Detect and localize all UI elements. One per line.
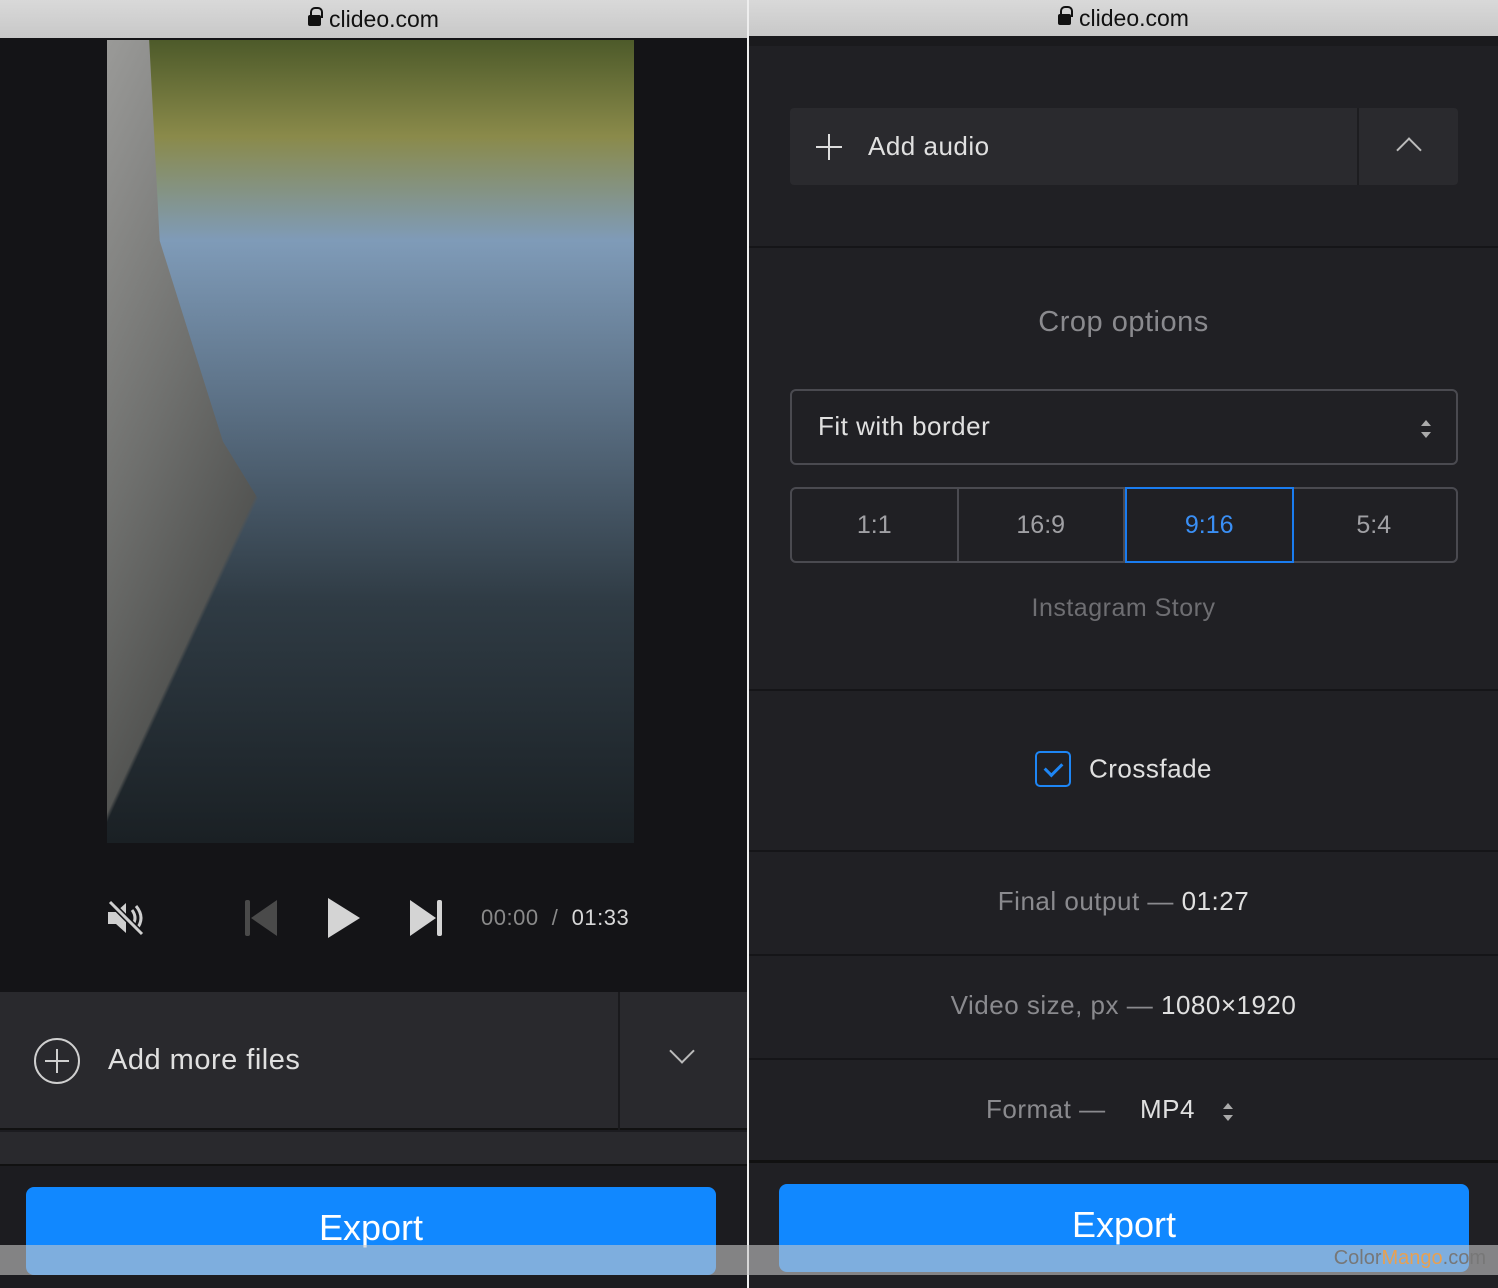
add-audio-button[interactable]: Add audio <box>868 131 990 162</box>
video-size-label: Video size, px — <box>951 990 1154 1020</box>
url-bar[interactable]: clideo.com <box>749 0 1498 36</box>
player-controls: 00:00 / 01:33 <box>0 878 747 958</box>
format-label-text: Format — <box>986 1094 1106 1124</box>
format-label: Format — <box>986 1094 1106 1125</box>
format-select[interactable]: MP4 <box>1140 1094 1250 1125</box>
crop-mode-value: Fit with border <box>818 411 990 441</box>
export-button[interactable]: Export <box>26 1187 716 1275</box>
left-screen: clideo.com 00:00 / 01:33 Add more files … <box>0 0 747 1288</box>
video-size-value: 1080×1920 <box>1161 990 1296 1020</box>
video-size-row: Video size, px — 1080×1920 <box>749 990 1498 1021</box>
final-output-row: Final output — 01:27 <box>749 886 1498 917</box>
video-preview[interactable] <box>107 40 634 843</box>
ratio-1-1[interactable]: 1:1 <box>792 489 959 561</box>
add-audio-row[interactable]: Add audio <box>790 108 1458 185</box>
crop-mode-select[interactable]: Fit with border <box>790 389 1458 465</box>
plus-circle-icon[interactable] <box>34 1038 80 1084</box>
time-separator: / <box>552 905 559 930</box>
ratio-9-16[interactable]: 9:16 <box>1125 487 1294 563</box>
final-output-value: 01:27 <box>1182 886 1250 916</box>
lock-icon <box>308 13 321 29</box>
crossfade-label[interactable]: Crossfade <box>1089 754 1212 784</box>
time-display: 00:00 / 01:33 <box>481 905 629 931</box>
current-time: 00:00 <box>481 905 539 930</box>
ratio-16-9[interactable]: 16:9 <box>959 489 1126 561</box>
sort-arrows-icon <box>1420 415 1432 443</box>
lock-icon <box>1058 12 1071 28</box>
url-bar[interactable]: clideo.com <box>0 0 747 38</box>
add-more-files-button[interactable]: Add more files <box>108 1044 300 1077</box>
duration: 01:33 <box>572 905 630 930</box>
previous-icon[interactable] <box>245 900 279 936</box>
divider <box>0 1132 747 1166</box>
crop-options-title: Crop options <box>749 306 1498 339</box>
sort-arrows-icon <box>1222 1098 1234 1126</box>
mute-icon[interactable] <box>106 898 146 938</box>
url-text: clideo.com <box>1079 5 1189 32</box>
final-output-label: Final output — <box>998 886 1174 916</box>
play-icon[interactable] <box>326 896 362 940</box>
add-more-files-row: Add more files <box>0 992 747 1130</box>
ratio-5-4[interactable]: 5:4 <box>1292 489 1457 561</box>
next-icon[interactable] <box>408 900 442 936</box>
url-text: clideo.com <box>329 6 439 33</box>
format-section <box>749 1060 1498 1163</box>
crossfade-checkbox[interactable] <box>1035 751 1071 787</box>
ratio-caption: Instagram Story <box>749 594 1498 623</box>
crossfade-row: Crossfade <box>749 751 1498 787</box>
chevron-down-icon[interactable] <box>669 1038 694 1063</box>
format-value: MP4 <box>1140 1094 1195 1124</box>
aspect-ratio-group: 1:1 16:9 9:16 5:4 <box>790 487 1458 563</box>
chevron-up-icon[interactable] <box>1396 137 1421 162</box>
video-player <box>0 38 747 992</box>
right-screen: clideo.com Add audio Crop options Fit wi… <box>749 0 1498 1288</box>
plus-icon <box>816 134 842 160</box>
export-button[interactable]: Export <box>779 1184 1469 1272</box>
